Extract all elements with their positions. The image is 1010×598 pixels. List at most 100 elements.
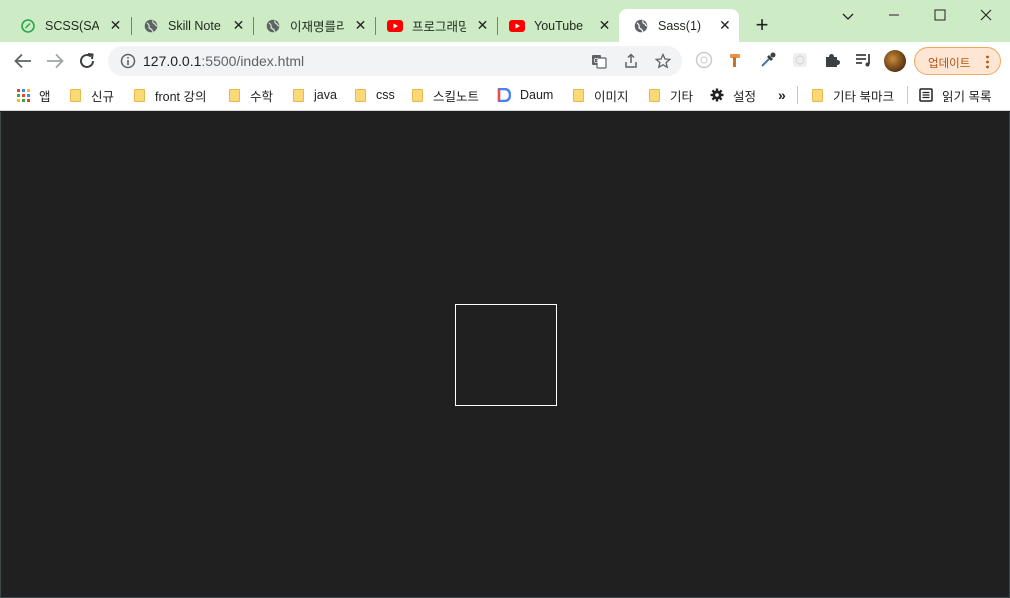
extension-compass-icon[interactable]	[695, 51, 713, 69]
update-button-label: 업데이트	[928, 58, 971, 70]
browser-toolbar: 127.0.0.1:5500/index.html G 업데이트	[0, 42, 1010, 79]
youtube-icon	[387, 18, 403, 34]
tab-title: YouTube	[534, 18, 584, 33]
folder-icon	[410, 88, 424, 102]
globe-icon	[633, 18, 649, 34]
close-window-button[interactable]	[976, 6, 996, 26]
close-icon[interactable]: ✕	[476, 17, 489, 34]
bookmark-label: 수학	[250, 89, 274, 104]
bookmark-label: java	[314, 88, 337, 102]
chevron-double-right-icon: »	[778, 87, 786, 103]
bookmark-settings[interactable]: 설정	[710, 85, 756, 105]
maximize-button[interactable]	[930, 6, 950, 26]
info-icon[interactable]	[120, 53, 136, 69]
tab-search-button[interactable]	[838, 6, 858, 26]
outlined-square-box	[455, 304, 557, 406]
address-bar[interactable]: 127.0.0.1:5500/index.html G	[108, 46, 682, 76]
bookmark-label: Daum	[520, 88, 554, 102]
tab-youtube[interactable]: YouTube ✕	[495, 9, 619, 42]
bookmark-folder-etc[interactable]: 기타	[647, 85, 693, 105]
bookmark-label: 설정	[733, 89, 757, 104]
bookmark-label: 기타 북마크	[833, 89, 894, 104]
gear-icon	[710, 88, 724, 102]
star-icon[interactable]	[654, 52, 672, 70]
close-icon	[980, 9, 992, 21]
bookmarks-overflow-button[interactable]: »	[778, 85, 786, 105]
tab-title: 프로그래밍	[412, 20, 466, 34]
tab-programming[interactable]: 프로그래밍 ✕	[373, 9, 497, 42]
tab-title: Sass(1)	[658, 18, 702, 33]
globe-icon	[265, 18, 281, 34]
extension-gray-icon[interactable]	[791, 51, 809, 69]
back-button[interactable]	[12, 50, 34, 72]
folder-icon	[291, 88, 305, 102]
more-vert-icon	[986, 55, 989, 69]
reading-queue-icon[interactable]	[855, 51, 873, 69]
url-path: :5500/index.html	[201, 53, 305, 69]
bookmark-apps[interactable]: 앱	[16, 85, 51, 105]
bookmark-folder-new[interactable]: 신규	[68, 85, 114, 105]
minimize-button[interactable]	[884, 6, 904, 26]
close-icon[interactable]: ✕	[598, 17, 611, 34]
bookmark-label: 앱	[39, 89, 51, 104]
folder-icon	[227, 88, 241, 102]
arrow-right-icon	[47, 53, 64, 69]
tab-title: Skill Note	[168, 18, 221, 33]
bookmark-daum[interactable]: Daum	[497, 85, 553, 105]
translate-icon[interactable]: G	[590, 52, 608, 70]
tab-korean-news[interactable]: 이재명를리 ✕	[251, 9, 375, 42]
close-icon[interactable]: ✕	[109, 17, 122, 34]
bookmark-reading-list[interactable]: 읽기 목록	[919, 85, 991, 105]
close-icon[interactable]: ✕	[719, 17, 731, 34]
bookmark-folder-skillnote[interactable]: 스킬노트	[410, 85, 479, 105]
maximize-icon	[934, 9, 946, 21]
new-tab-button[interactable]: +	[752, 14, 772, 36]
bookmarks-bar: 앱 신규 front 강의 수학 java css 스킬노트 Daum 이미지 …	[0, 79, 1010, 111]
bookmark-label: 신규	[91, 89, 115, 104]
folder-icon	[571, 88, 585, 102]
puzzle-icon[interactable]	[823, 51, 841, 69]
bookmark-label: front 강의	[155, 89, 207, 104]
reload-button[interactable]	[76, 50, 98, 72]
extension-hammer-icon[interactable]	[727, 51, 745, 69]
svg-text:G: G	[594, 57, 599, 65]
tab-title: 이재명를리	[290, 20, 344, 34]
tab-title: SCSS(SASS	[45, 18, 99, 33]
bookmark-label: 읽기 목록	[942, 89, 992, 104]
bookmark-folder-java[interactable]: java	[291, 85, 337, 105]
eyedropper-icon[interactable]	[759, 51, 777, 69]
bookmark-label: 스킬노트	[433, 89, 480, 104]
bookmark-folder-images[interactable]: 이미지	[571, 85, 629, 105]
close-icon[interactable]: ✕	[354, 17, 367, 34]
chevron-down-icon	[842, 13, 854, 20]
bookmark-other-bookmarks[interactable]: 기타 북마크	[810, 85, 894, 105]
bookmark-label: css	[376, 88, 395, 102]
tab-sass-active[interactable]: Sass(1) ✕	[619, 9, 739, 42]
bookmark-folder-front[interactable]: front 강의	[132, 85, 207, 105]
bookmarks-divider	[907, 86, 908, 104]
share-icon[interactable]	[622, 52, 640, 70]
minimize-icon	[889, 14, 899, 16]
forward-button[interactable]	[44, 50, 66, 72]
bookmark-folder-css[interactable]: css	[353, 85, 395, 105]
close-icon[interactable]: ✕	[232, 17, 245, 34]
folder-icon	[810, 88, 824, 102]
folder-icon	[647, 88, 661, 102]
globe-icon	[143, 18, 159, 34]
daum-icon	[497, 88, 511, 102]
folder-icon	[353, 88, 367, 102]
tab-scss[interactable]: SCSS(SASS ✕	[6, 9, 130, 42]
bookmark-label: 기타	[670, 89, 694, 104]
bookmark-folder-math[interactable]: 수학	[227, 85, 273, 105]
reading-list-icon	[919, 88, 933, 102]
scss-icon	[20, 18, 36, 34]
youtube-icon	[509, 18, 525, 34]
url-text[interactable]: 127.0.0.1:5500/index.html	[143, 53, 304, 69]
profile-avatar[interactable]	[884, 50, 906, 72]
bookmark-label: 이미지	[594, 89, 629, 104]
folder-icon	[132, 88, 146, 102]
arrow-left-icon	[14, 53, 31, 69]
tab-strip: SCSS(SASS ✕ Skill Note ✕ 이재명를리 ✕ 프로그래밍 ✕…	[0, 0, 1010, 42]
tab-skill-note[interactable]: Skill Note ✕	[129, 9, 253, 42]
update-button[interactable]: 업데이트	[914, 47, 1001, 75]
